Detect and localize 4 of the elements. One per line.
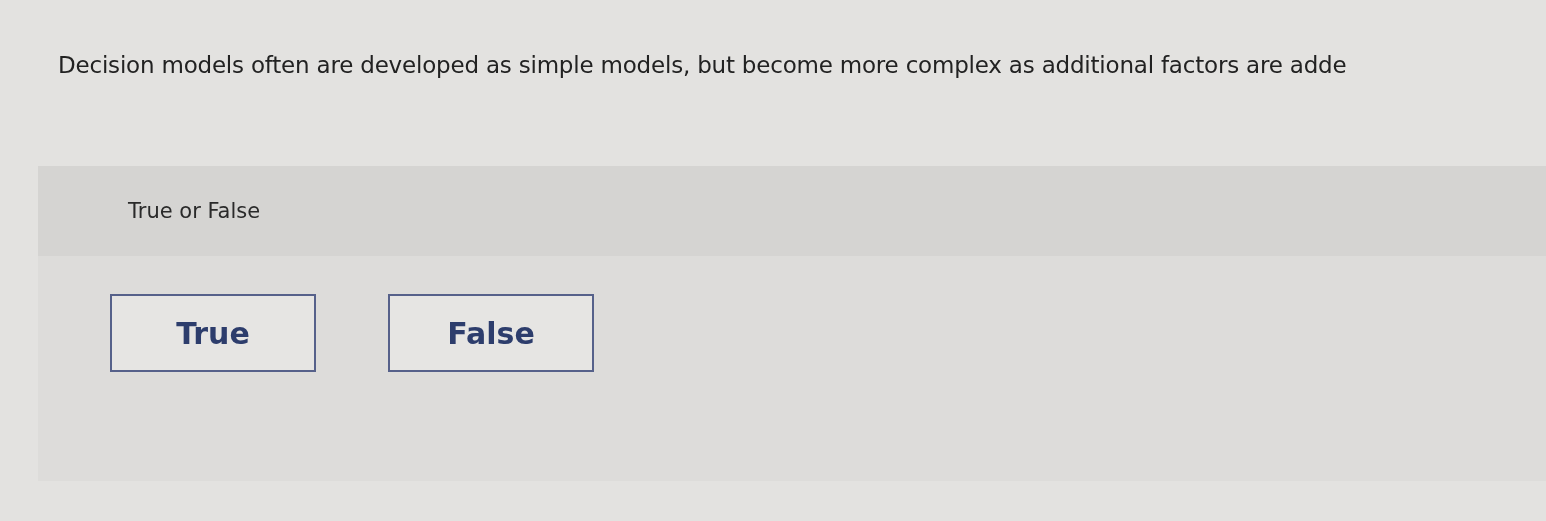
- question-text: Decision models often are developed as simple models, but become more complex as additional factors are adde: [58, 52, 1348, 78]
- answer-option[interactable]: True: [110, 294, 316, 372]
- answer-option[interactable]: False: [388, 294, 594, 372]
- prompt-text: True or False: [128, 199, 261, 223]
